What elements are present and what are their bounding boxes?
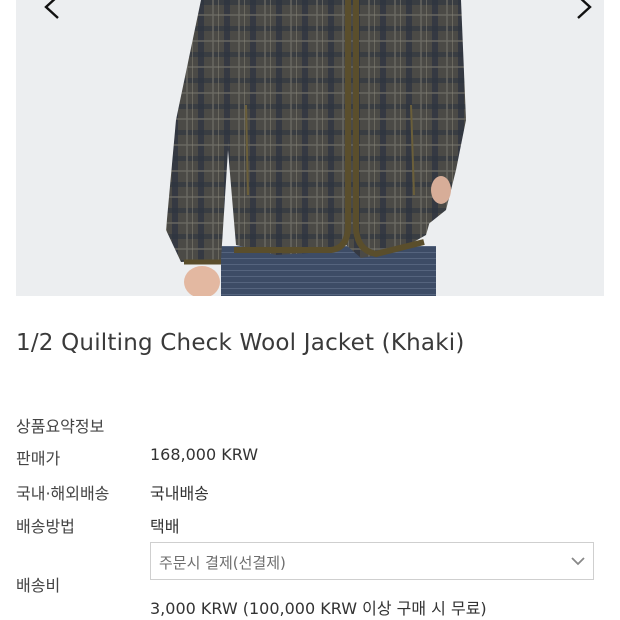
product-title: 1/2 Quilting Check Wool Jacket (Khaki) — [16, 330, 465, 356]
product-image — [16, 0, 604, 296]
shipping-region-value: 국내배송 — [150, 484, 209, 503]
info-section-label: 상품요약정보 — [16, 417, 105, 436]
shipping-method-label: 배송방법 — [16, 517, 75, 536]
chevron-down-icon — [571, 557, 585, 566]
prev-image-button[interactable] — [40, 0, 74, 28]
shipping-fee-select-value: 주문시 결제(선결제) — [159, 554, 286, 572]
chevron-right-icon — [577, 0, 592, 19]
shipping-fee-select[interactable]: 주문시 결제(선결제) — [150, 542, 594, 580]
shipping-region-label: 국내·해외배송 — [16, 484, 110, 503]
shipping-fee-value: 3,000 KRW (100,000 KRW 이상 구매 시 무료) — [150, 599, 487, 618]
shipping-fee-label: 배송비 — [16, 576, 61, 595]
shipping-method-value: 택배 — [150, 517, 180, 536]
next-image-button[interactable] — [574, 0, 604, 28]
denim-area — [221, 246, 436, 296]
product-photo — [166, 0, 466, 296]
chevron-left-icon — [44, 0, 59, 19]
price-label: 판매가 — [16, 449, 61, 468]
price-value: 168,000 KRW — [150, 445, 259, 464]
